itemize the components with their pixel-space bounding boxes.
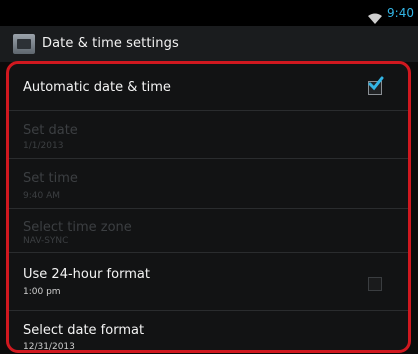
use-24-hour-format-value: 1:00 pm <box>23 287 61 297</box>
status-bar: 9:40 <box>0 0 418 26</box>
select-time-zone-label: Select time zone <box>23 220 132 235</box>
clock: 9:40 <box>387 6 414 20</box>
automatic-date-time-row[interactable]: Automatic date & time <box>9 64 408 111</box>
set-time-label: Set time <box>23 171 78 186</box>
use-24-hour-format-row[interactable]: Use 24-hour format 1:00 pm <box>9 252 408 311</box>
select-date-format-value: 12/31/2013 <box>23 342 75 352</box>
set-time-row[interactable]: Set time 9:40 AM <box>9 158 408 209</box>
automatic-date-time-label: Automatic date & time <box>23 80 171 95</box>
set-time-value: 9:40 AM <box>23 191 60 201</box>
title-bar: Date & time settings <box>0 26 418 62</box>
select-time-zone-value: NAV-SYNC <box>23 236 69 246</box>
set-date-row[interactable]: Set date 1/1/2013 <box>9 110 408 159</box>
page-title: Date & time settings <box>42 36 179 51</box>
use-24-hour-format-label: Use 24-hour format <box>23 267 150 282</box>
use-24-hour-format-checkbox[interactable] <box>368 277 382 291</box>
select-date-format-row[interactable]: Select date format 12/31/2013 <box>9 310 408 350</box>
set-date-value: 1/1/2013 <box>23 141 64 151</box>
select-date-format-label: Select date format <box>23 323 145 338</box>
settings-list: Automatic date & time Set date 1/1/2013 … <box>6 61 411 353</box>
set-date-label: Set date <box>23 123 78 138</box>
automatic-date-time-checkbox[interactable] <box>368 76 384 95</box>
checkmark-icon <box>368 76 384 91</box>
settings-app-icon <box>13 34 35 54</box>
select-time-zone-row[interactable]: Select time zone NAV-SYNC <box>9 208 408 253</box>
